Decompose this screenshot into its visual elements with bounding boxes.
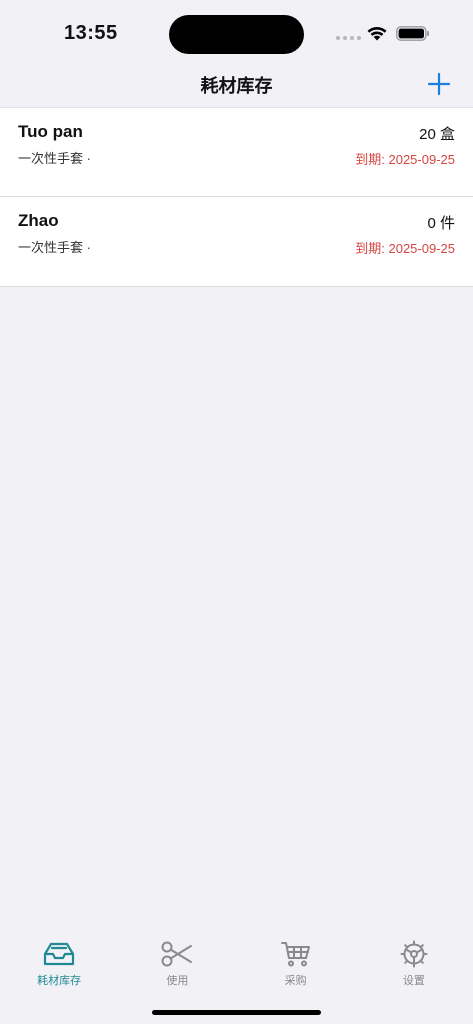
scissors-icon bbox=[161, 941, 193, 967]
gear-icon bbox=[400, 940, 428, 968]
list-item[interactable]: Tuo pan 一次性手套 · 20 盒 到期: 2025-09-25 bbox=[0, 107, 473, 197]
status-time: 13:55 bbox=[64, 22, 118, 44]
item-name: Tuo pan bbox=[18, 122, 83, 141]
item-quantity: 0 件 bbox=[427, 215, 455, 232]
page-title: 耗材库存 bbox=[200, 76, 273, 96]
item-name: Zhao bbox=[18, 211, 59, 230]
status-bar: 13:55 bbox=[0, 0, 473, 64]
cart-icon bbox=[280, 942, 310, 967]
home-indicator[interactable] bbox=[152, 1010, 321, 1015]
cellular-signal-icon bbox=[336, 36, 361, 40]
item-expiry: 到期: 2025-09-25 bbox=[355, 241, 455, 256]
item-expiry: 到期: 2025-09-25 bbox=[355, 152, 455, 167]
inbox-tray-icon bbox=[44, 942, 75, 966]
dynamic-island bbox=[169, 15, 304, 54]
tab-label: 设置 bbox=[402, 975, 425, 987]
item-category: 一次性手套 · bbox=[18, 240, 91, 255]
tab-settings[interactable]: 设置 bbox=[355, 930, 473, 1024]
tab-inventory[interactable]: 耗材库存 bbox=[0, 930, 118, 1024]
tab-label: 采购 bbox=[284, 975, 307, 987]
wifi-icon bbox=[367, 27, 387, 41]
add-button[interactable] bbox=[426, 71, 452, 97]
inventory-list: Tuo pan 一次性手套 · 20 盒 到期: 2025-09-25 Zhao… bbox=[0, 107, 473, 287]
plus-icon bbox=[427, 72, 451, 96]
tab-label: 使用 bbox=[166, 975, 189, 987]
item-quantity: 20 盒 bbox=[419, 126, 455, 143]
item-category: 一次性手套 · bbox=[18, 151, 91, 166]
list-item[interactable]: Zhao 一次性手套 · 0 件 到期: 2025-09-25 bbox=[0, 197, 473, 287]
tab-label: 耗材库存 bbox=[37, 975, 82, 987]
battery-icon bbox=[396, 26, 429, 41]
